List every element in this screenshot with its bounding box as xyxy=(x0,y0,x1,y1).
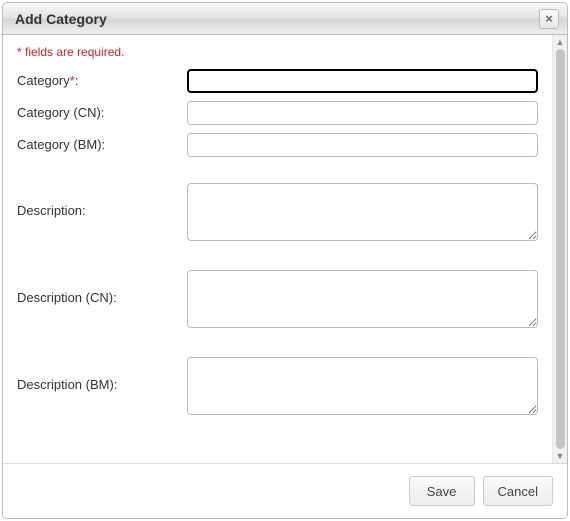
dialog-footer: Save Cancel xyxy=(3,463,567,518)
dialog-title: Add Category xyxy=(15,11,539,27)
dialog-titlebar: Add Category × xyxy=(3,3,567,35)
row-category: Category*: xyxy=(17,69,538,93)
category-bm-input[interactable] xyxy=(187,133,538,157)
form-area: * fields are required. Category*: Catego… xyxy=(3,35,552,463)
row-description: Description: xyxy=(17,183,538,244)
label-category: Category*: xyxy=(17,69,187,88)
cancel-button[interactable]: Cancel xyxy=(483,476,553,506)
category-cn-input[interactable] xyxy=(187,101,538,125)
label-description: Description: xyxy=(17,183,187,218)
required-note: * fields are required. xyxy=(17,45,538,59)
label-description-bm: Description (BM): xyxy=(17,357,187,392)
dialog-body: * fields are required. Category*: Catego… xyxy=(3,35,567,463)
row-category-cn: Category (CN): xyxy=(17,101,538,125)
scroll-thumb[interactable] xyxy=(556,49,565,449)
add-category-dialog: Add Category × * fields are required. Ca… xyxy=(2,2,568,519)
row-description-cn: Description (CN): xyxy=(17,270,538,331)
category-input[interactable] xyxy=(187,69,538,93)
close-icon: × xyxy=(545,12,553,25)
label-category-cn: Category (CN): xyxy=(17,101,187,120)
scroll-down-icon: ▼ xyxy=(553,450,567,462)
label-description-cn: Description (CN): xyxy=(17,270,187,305)
description-input[interactable] xyxy=(187,183,538,241)
scroll-up-icon: ▲ xyxy=(553,36,567,48)
close-button[interactable]: × xyxy=(539,9,559,29)
description-bm-input[interactable] xyxy=(187,357,538,415)
vertical-scrollbar[interactable]: ▲ ▼ xyxy=(552,35,567,463)
row-description-bm: Description (BM): xyxy=(17,357,538,418)
row-category-bm: Category (BM): xyxy=(17,133,538,157)
label-category-bm: Category (BM): xyxy=(17,133,187,152)
description-cn-input[interactable] xyxy=(187,270,538,328)
save-button[interactable]: Save xyxy=(409,476,475,506)
